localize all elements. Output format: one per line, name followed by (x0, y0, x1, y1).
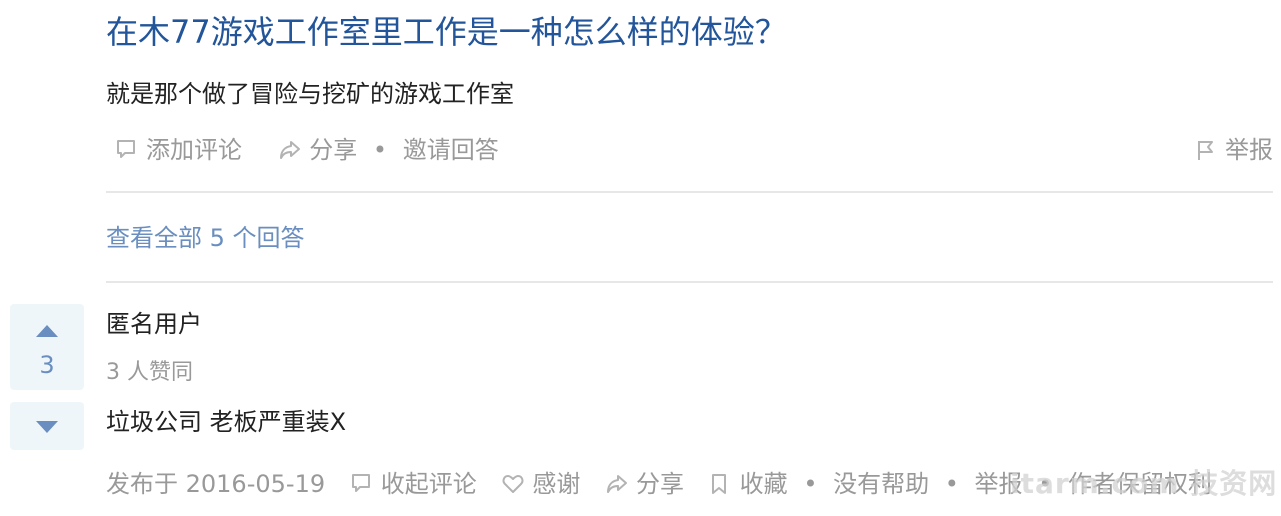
heart-icon (502, 464, 524, 504)
bookmark-icon (710, 464, 730, 504)
add-comment-label: 添加评论 (146, 136, 242, 164)
question-detail: 就是那个做了冒险与挖矿的游戏工作室 (106, 80, 514, 108)
upvote-arrow-icon (36, 325, 58, 337)
share-answer-button[interactable]: 分享 (606, 464, 684, 504)
divider (106, 281, 1273, 283)
separator-dot: • (944, 470, 959, 498)
comment-icon (116, 130, 138, 170)
separator-dot: • (372, 136, 388, 164)
thanks-label: 感谢 (532, 470, 581, 498)
question-meta-bar: 添加评论 分享 • 邀请回答 举报 (106, 130, 1273, 170)
question-report: 举报 (1195, 130, 1273, 170)
share-answer-label: 分享 (636, 470, 685, 498)
vote-summary[interactable]: 3 人赞同 (106, 356, 193, 390)
share-arrow-icon (606, 464, 628, 504)
vote-count: 3 (39, 351, 55, 379)
report-label: 举报 (1225, 136, 1273, 164)
question-title[interactable]: 在木77游戏工作室里工作是一种怎么样的体验？ (106, 8, 787, 56)
view-all-answers-link[interactable]: 查看全部 5 个回答 (106, 218, 305, 258)
answer-author: 匿名用户 (106, 310, 202, 338)
share-label: 分享 (309, 136, 358, 164)
downvote-button[interactable] (10, 402, 84, 450)
thanks-button[interactable]: 感谢 (502, 464, 580, 504)
downvote-arrow-icon (36, 421, 58, 433)
report-question-button[interactable]: 举报 (1195, 130, 1273, 170)
share-button[interactable]: 分享 (279, 130, 357, 170)
collapse-comments-label: 收起评论 (380, 470, 477, 498)
watermark: itarm.com 技资网 (1010, 467, 1278, 500)
question-actions: 添加评论 分享 • 邀请回答 (116, 130, 499, 170)
answer-content: 垃圾公司 老板严重装X (106, 408, 347, 436)
publish-date-link[interactable]: 发布于 2016-05-19 (106, 464, 325, 504)
collapse-comments-button[interactable]: 收起评论 (351, 464, 477, 504)
invite-answer-button[interactable]: 邀请回答 (403, 130, 499, 170)
comment-icon (351, 464, 371, 504)
divider (106, 191, 1273, 193)
upvote-button[interactable]: 3 (10, 304, 84, 390)
separator-dot: • (803, 470, 818, 498)
share-arrow-icon (279, 130, 301, 170)
not-helpful-button[interactable]: 没有帮助 (833, 464, 929, 504)
flag-icon (1195, 130, 1217, 170)
favorite-button[interactable]: 收藏 (710, 464, 788, 504)
favorite-label: 收藏 (739, 470, 788, 498)
question-page: 在木77游戏工作室里工作是一种怎么样的体验？ 就是那个做了冒险与挖矿的游戏工作室… (0, 0, 1281, 516)
add-comment-button[interactable]: 添加评论 (116, 130, 242, 170)
